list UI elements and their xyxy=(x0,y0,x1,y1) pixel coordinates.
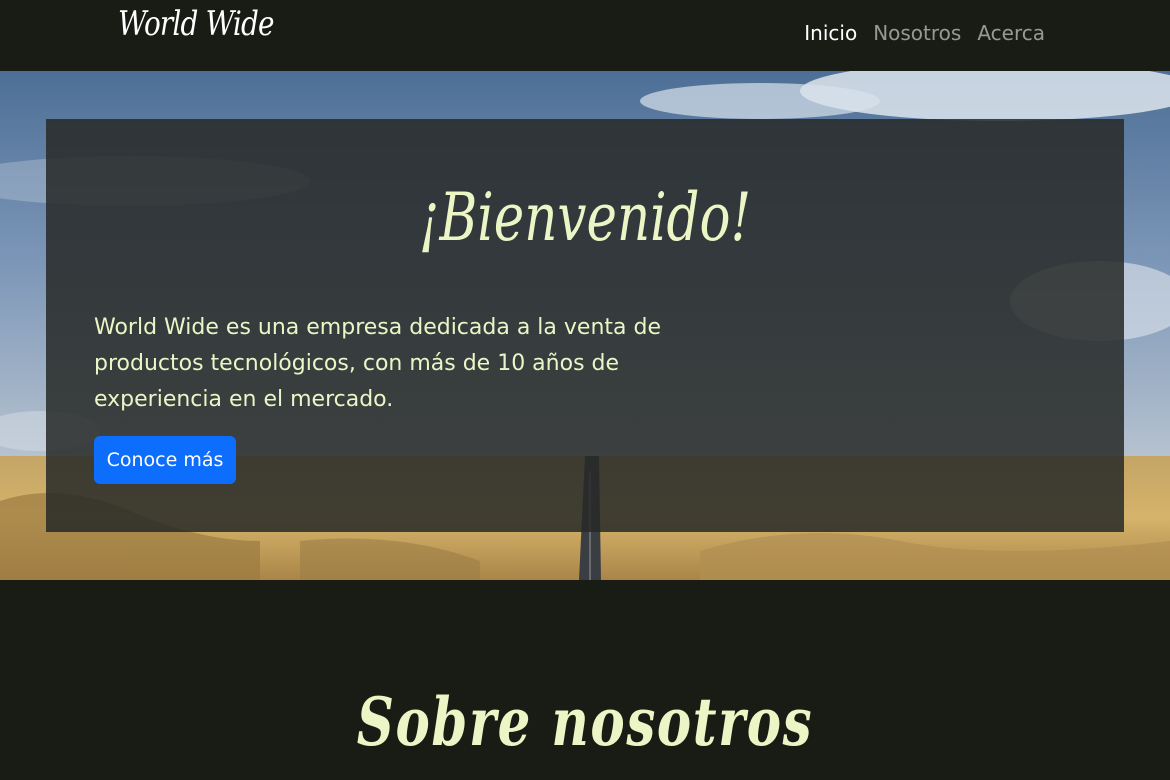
about-section-title: Sobre nosotros xyxy=(356,682,814,761)
navbar: World Wide Inicio Nosotros Acerca xyxy=(0,0,1170,71)
learn-more-button[interactable]: Conoce más xyxy=(94,436,236,484)
nav-link-inicio[interactable]: Inicio xyxy=(804,21,857,45)
nav-link-acerca[interactable]: Acerca xyxy=(977,21,1045,45)
brand-logo[interactable]: World Wide xyxy=(118,4,275,44)
nav-link-nosotros[interactable]: Nosotros xyxy=(873,21,961,45)
nav-links: Inicio Nosotros Acerca xyxy=(804,21,1045,45)
welcome-heading: ¡Bienvenido! xyxy=(418,179,752,256)
welcome-panel: ¡Bienvenido! World Wide es una empresa d… xyxy=(46,119,1124,532)
hero-description: World Wide es una empresa dedicada a la … xyxy=(94,315,661,412)
hero-section: ¡Bienvenido! World Wide es una empresa d… xyxy=(0,71,1170,580)
